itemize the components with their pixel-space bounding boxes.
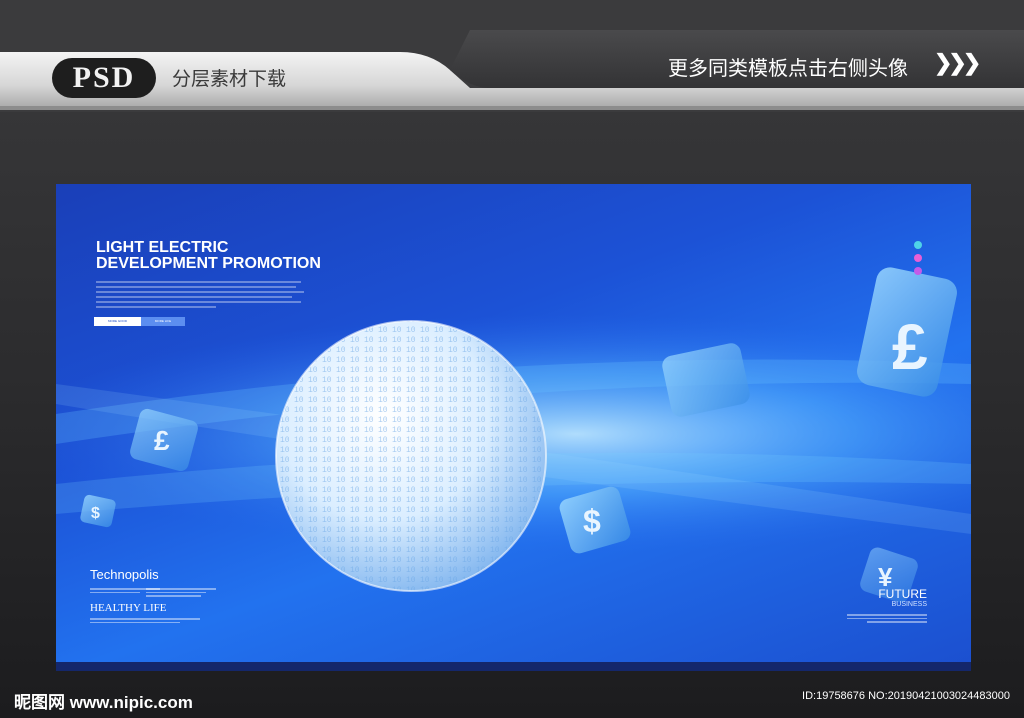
svg-text:£: £	[892, 311, 928, 383]
dot-cyan	[914, 241, 922, 249]
page: { "header": { "badge": "PSD", "caption":…	[0, 0, 1024, 718]
psd-badge: PSD	[52, 58, 156, 98]
more-life-button[interactable]: MORE LIFE	[141, 317, 185, 326]
svg-text:£: £	[154, 425, 170, 456]
technopolis-subtext-right	[146, 586, 216, 599]
business-subtitle: BUSINESS	[891, 601, 927, 608]
site-watermark: 昵图网 www.nipic.com	[14, 693, 193, 712]
poster-headline: LIGHT ELECTRIC DEVELOPMENT PROMOTION	[96, 240, 321, 272]
headline-line1: LIGHT ELECTRIC	[96, 239, 229, 256]
future-subtext	[847, 612, 927, 625]
header-caption: 分层素材下载	[172, 69, 287, 90]
accent-dots	[914, 241, 922, 280]
more-good-button[interactable]: MORE GOOD	[94, 317, 141, 326]
svg-text:$: $	[91, 505, 100, 522]
healthy-life-title: HEALTHY LIFE	[90, 602, 167, 614]
healthy-subtext	[90, 616, 200, 625]
promo-link[interactable]: 更多同类模板点击右侧头像	[668, 52, 908, 81]
chevron-right-icon[interactable]: ❯❯❯	[934, 50, 981, 76]
headline-line2: DEVELOPMENT PROMOTION	[96, 255, 321, 272]
dot-pink	[914, 254, 922, 262]
body-text-placeholder	[96, 278, 306, 311]
future-business: FUTURE BUSINESS	[878, 588, 927, 609]
poster-image: 10 £ £ $ $	[56, 184, 971, 671]
id-watermark: ID:19758676 NO:20190421003024483000	[802, 690, 1010, 702]
svg-text:$: $	[583, 503, 601, 539]
dot-purple	[914, 267, 922, 275]
technopolis-title: Technopolis	[90, 567, 159, 582]
future-title: FUTURE	[878, 587, 927, 601]
